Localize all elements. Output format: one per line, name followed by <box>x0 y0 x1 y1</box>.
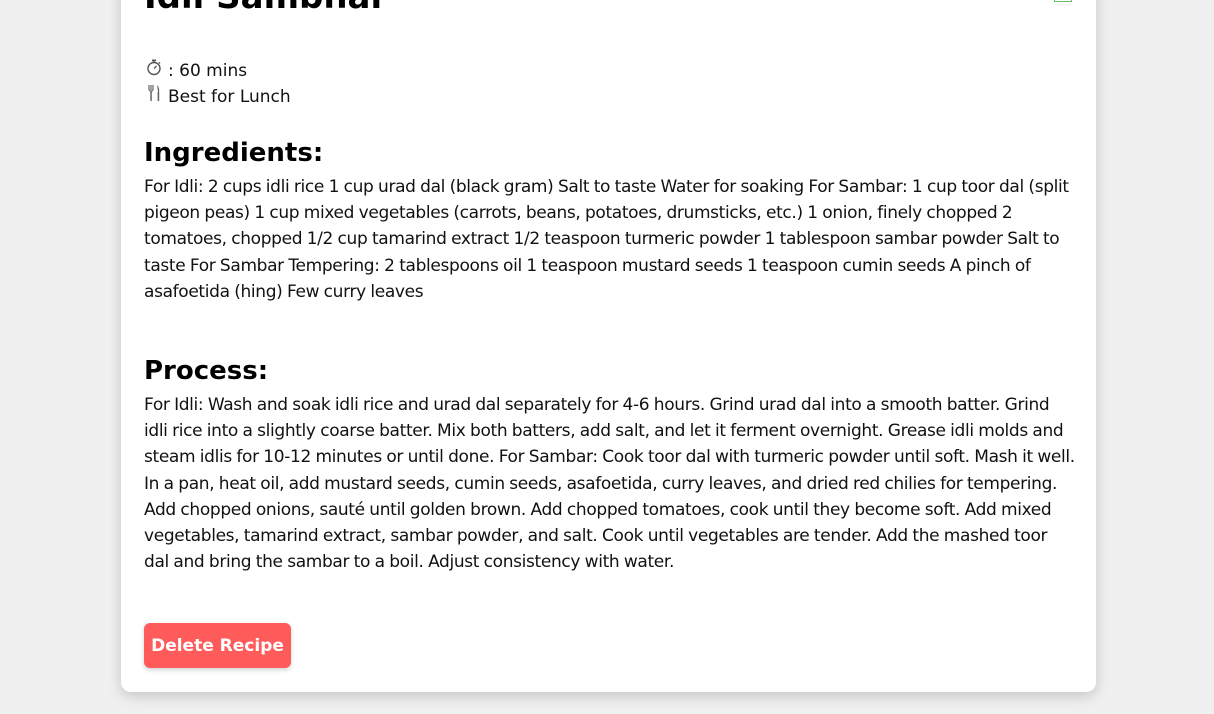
stopwatch-icon <box>144 58 164 84</box>
best-for-text: Best for Lunch <box>168 87 291 107</box>
process-heading: Process: <box>144 356 269 386</box>
process-text: For Idli: Wash and soak idli rice and ur… <box>144 395 1075 573</box>
ingredients-heading: Ingredients: <box>144 138 324 168</box>
fork-knife-icon <box>144 84 164 110</box>
recipe-title: Idli Sambhar <box>144 0 387 14</box>
cook-time-text: : 60 mins <box>168 61 248 81</box>
ingredients-text: For Idli: 2 cups idli rice 1 cup urad da… <box>144 177 1069 302</box>
delete-recipe-button[interactable]: Delete Recipe <box>144 623 291 668</box>
card-corner-widget[interactable] <box>1054 0 1072 2</box>
recipe-meta: : 60 mins Best for Lunch <box>144 58 291 110</box>
cook-time: : 60 mins <box>144 58 291 84</box>
best-for: Best for Lunch <box>144 84 291 110</box>
recipe-card: Idli Sambhar : 60 mins <box>121 0 1096 692</box>
